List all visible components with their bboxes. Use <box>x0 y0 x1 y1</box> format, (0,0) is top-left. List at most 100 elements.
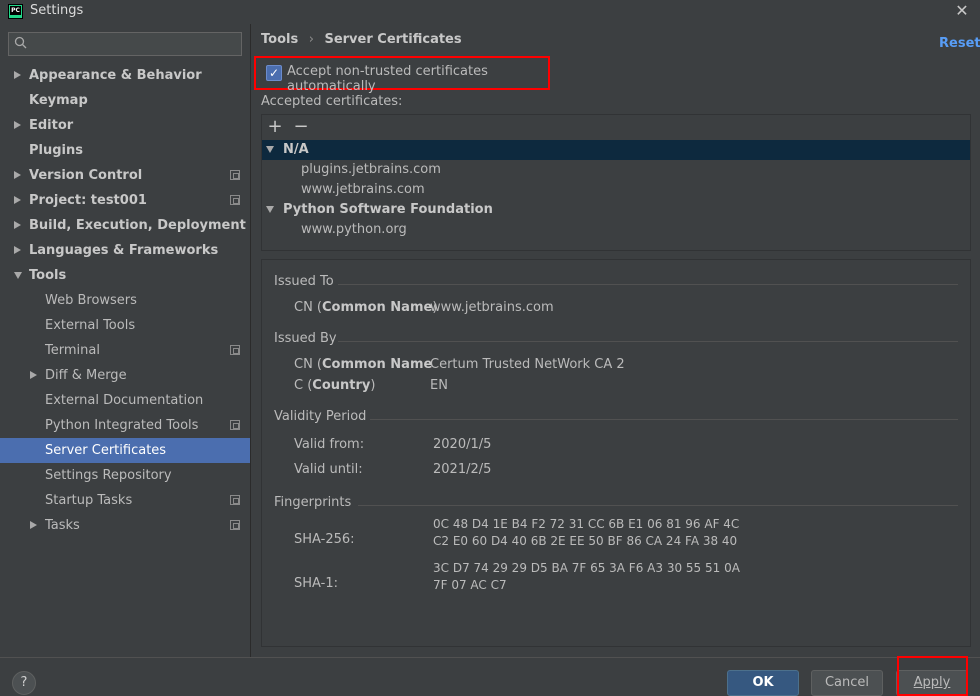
cert-host-row[interactable]: plugins.jetbrains.com <box>262 160 970 180</box>
cn-bold: Common Name <box>322 300 433 315</box>
dialog-footer: ? OK Cancel Apply <box>0 657 980 696</box>
project-level-icon <box>230 520 240 530</box>
remove-icon[interactable]: − <box>290 115 312 139</box>
sha256-value-line1: 0C 48 D4 1E B4 F2 72 31 CC 6B E1 06 81 9… <box>433 517 740 531</box>
chevron-right-icon[interactable] <box>14 71 21 79</box>
reset-link[interactable]: Reset <box>939 36 980 51</box>
cancel-button[interactable]: Cancel <box>811 670 883 696</box>
sidebar-item-tools[interactable]: Tools <box>0 263 250 288</box>
certificates-tree: N/A plugins.jetbrains.com www.jetbrains.co… <box>262 140 970 250</box>
window-title: Settings <box>30 3 84 18</box>
cn-bold: Common Name <box>322 357 433 372</box>
sidebar-item-editor[interactable]: Editor <box>0 113 250 138</box>
cert-host-label: www.python.org <box>301 222 407 237</box>
cn-prefix: CN ( <box>294 357 323 372</box>
chevron-right-icon[interactable] <box>30 521 37 529</box>
accept-checkbox-highlight: ✓ Accept non-trusted certificates automa… <box>254 56 550 94</box>
sidebar-item-label: Settings Repository <box>45 468 172 483</box>
validity-divider <box>370 419 958 420</box>
sidebar-item-label: Version Control <box>29 168 143 183</box>
settings-content: Tools › Server Certificates Reset ✓ Acce… <box>251 24 980 657</box>
sidebar-item-version-control[interactable]: Version Control <box>0 163 250 188</box>
fingerprints-title: Fingerprints <box>274 495 352 510</box>
issued-by-cn-value: Certum Trusted NetWork CA 2 <box>430 357 625 372</box>
search-input[interactable] <box>8 32 242 56</box>
sidebar-item-terminal[interactable]: Terminal <box>0 338 250 363</box>
breadcrumb-current: Server Certificates <box>324 32 462 47</box>
sidebar-item-label: Python Integrated Tools <box>45 418 199 433</box>
sidebar-item-label: Terminal <box>45 343 100 358</box>
valid-until-label: Valid until: <box>294 462 363 477</box>
sidebar-item-label: Plugins <box>29 143 83 158</box>
breadcrumb-parent: Tools <box>261 32 299 47</box>
accept-checkbox-label[interactable]: Accept non-trusted certificates automati… <box>287 64 548 94</box>
sidebar-item-appearance-behavior[interactable]: Appearance & Behavior <box>0 63 250 88</box>
sidebar-item-label: Tasks <box>45 518 80 533</box>
sidebar-item-external-tools[interactable]: External Tools <box>0 313 250 338</box>
app-icon-text: PC <box>10 6 21 15</box>
c-suffix: ) <box>370 378 376 393</box>
c-bold: Country <box>312 378 371 393</box>
chevron-right-icon[interactable] <box>14 221 21 229</box>
cert-group-label: Python Software Foundation <box>283 202 493 217</box>
chevron-right-icon[interactable] <box>14 196 21 204</box>
chevron-right-icon[interactable] <box>14 171 21 179</box>
sidebar-item-label: Web Browsers <box>45 293 137 308</box>
cert-host-row[interactable]: www.jetbrains.com <box>262 180 970 200</box>
sidebar-item-python-integrated-tools[interactable]: Python Integrated Tools <box>0 413 250 438</box>
certificates-panel: + − N/A plugins.jetbrains.com www.jetbrain… <box>261 114 971 251</box>
valid-until-value: 2021/2/5 <box>433 462 492 477</box>
cert-group-row[interactable]: N/A <box>262 140 970 160</box>
valid-from-label: Valid from: <box>294 437 365 452</box>
project-level-icon <box>230 345 240 355</box>
issued-by-c-value: EN <box>430 378 448 393</box>
sidebar-item-settings-repository[interactable]: Settings Repository <box>0 463 250 488</box>
search-icon <box>14 36 27 49</box>
sidebar-item-label: Project: test001 <box>29 193 147 208</box>
sidebar-item-plugins[interactable]: Plugins <box>0 138 250 163</box>
sidebar-item-tasks[interactable]: Tasks <box>0 513 250 538</box>
project-level-icon <box>230 170 240 180</box>
sha256-label: SHA-256: <box>294 532 355 547</box>
sidebar-item-keymap[interactable]: Keymap <box>0 88 250 113</box>
issued-by-title: Issued By <box>274 331 337 346</box>
cert-host-label: plugins.jetbrains.com <box>301 162 441 177</box>
sidebar-item-label: External Documentation <box>45 393 204 408</box>
sha1-label: SHA-1: <box>294 576 338 591</box>
sidebar-item-label: Tools <box>29 268 67 283</box>
sidebar-item-server-certificates[interactable]: Server Certificates <box>0 438 250 463</box>
chevron-right-icon[interactable] <box>14 121 21 129</box>
accept-checkbox[interactable]: ✓ <box>266 65 282 81</box>
close-icon[interactable]: ✕ <box>952 1 972 21</box>
issued-to-divider <box>338 284 958 285</box>
sidebar-item-label: Build, Execution, Deployment <box>29 218 246 233</box>
chevron-down-icon[interactable] <box>14 272 22 279</box>
sidebar-item-diff-merge[interactable]: Diff & Merge <box>0 363 250 388</box>
add-icon[interactable]: + <box>264 115 286 139</box>
chevron-right-icon[interactable] <box>14 246 21 254</box>
accepted-certificates-label: Accepted certificates: <box>261 94 403 109</box>
title-bar: PC Settings ✕ <box>0 0 980 24</box>
sidebar-item-label: Diff & Merge <box>45 368 127 383</box>
sidebar-item-label: External Tools <box>45 318 136 333</box>
breadcrumb: Tools › Server Certificates <box>261 32 462 47</box>
chevron-down-icon[interactable] <box>266 206 274 213</box>
sidebar-item-external-documentation[interactable]: External Documentation <box>0 388 250 413</box>
fingerprints-divider <box>358 505 958 506</box>
ok-button[interactable]: OK <box>727 670 799 696</box>
cert-host-row[interactable]: www.python.org <box>262 220 970 240</box>
sidebar-item-startup-tasks[interactable]: Startup Tasks <box>0 488 250 513</box>
chevron-down-icon[interactable] <box>266 146 274 153</box>
apply-button-highlight <box>897 656 968 696</box>
sidebar-item-build-execution-deployment[interactable]: Build, Execution, Deployment <box>0 213 250 238</box>
issued-to-cn-value: www.jetbrains.com <box>430 300 554 315</box>
sidebar-item-languages-frameworks[interactable]: Languages & Frameworks <box>0 238 250 263</box>
chevron-right-icon[interactable] <box>30 371 37 379</box>
certificates-toolbar: + − <box>262 115 970 139</box>
help-button[interactable]: ? <box>12 671 36 695</box>
project-level-icon <box>230 195 240 205</box>
settings-sidebar: Appearance & Behavior Keymap Editor Plugins… <box>0 24 250 657</box>
sidebar-item-project-test001[interactable]: Project: test001 <box>0 188 250 213</box>
cert-group-row[interactable]: Python Software Foundation <box>262 200 970 220</box>
sidebar-item-web-browsers[interactable]: Web Browsers <box>0 288 250 313</box>
